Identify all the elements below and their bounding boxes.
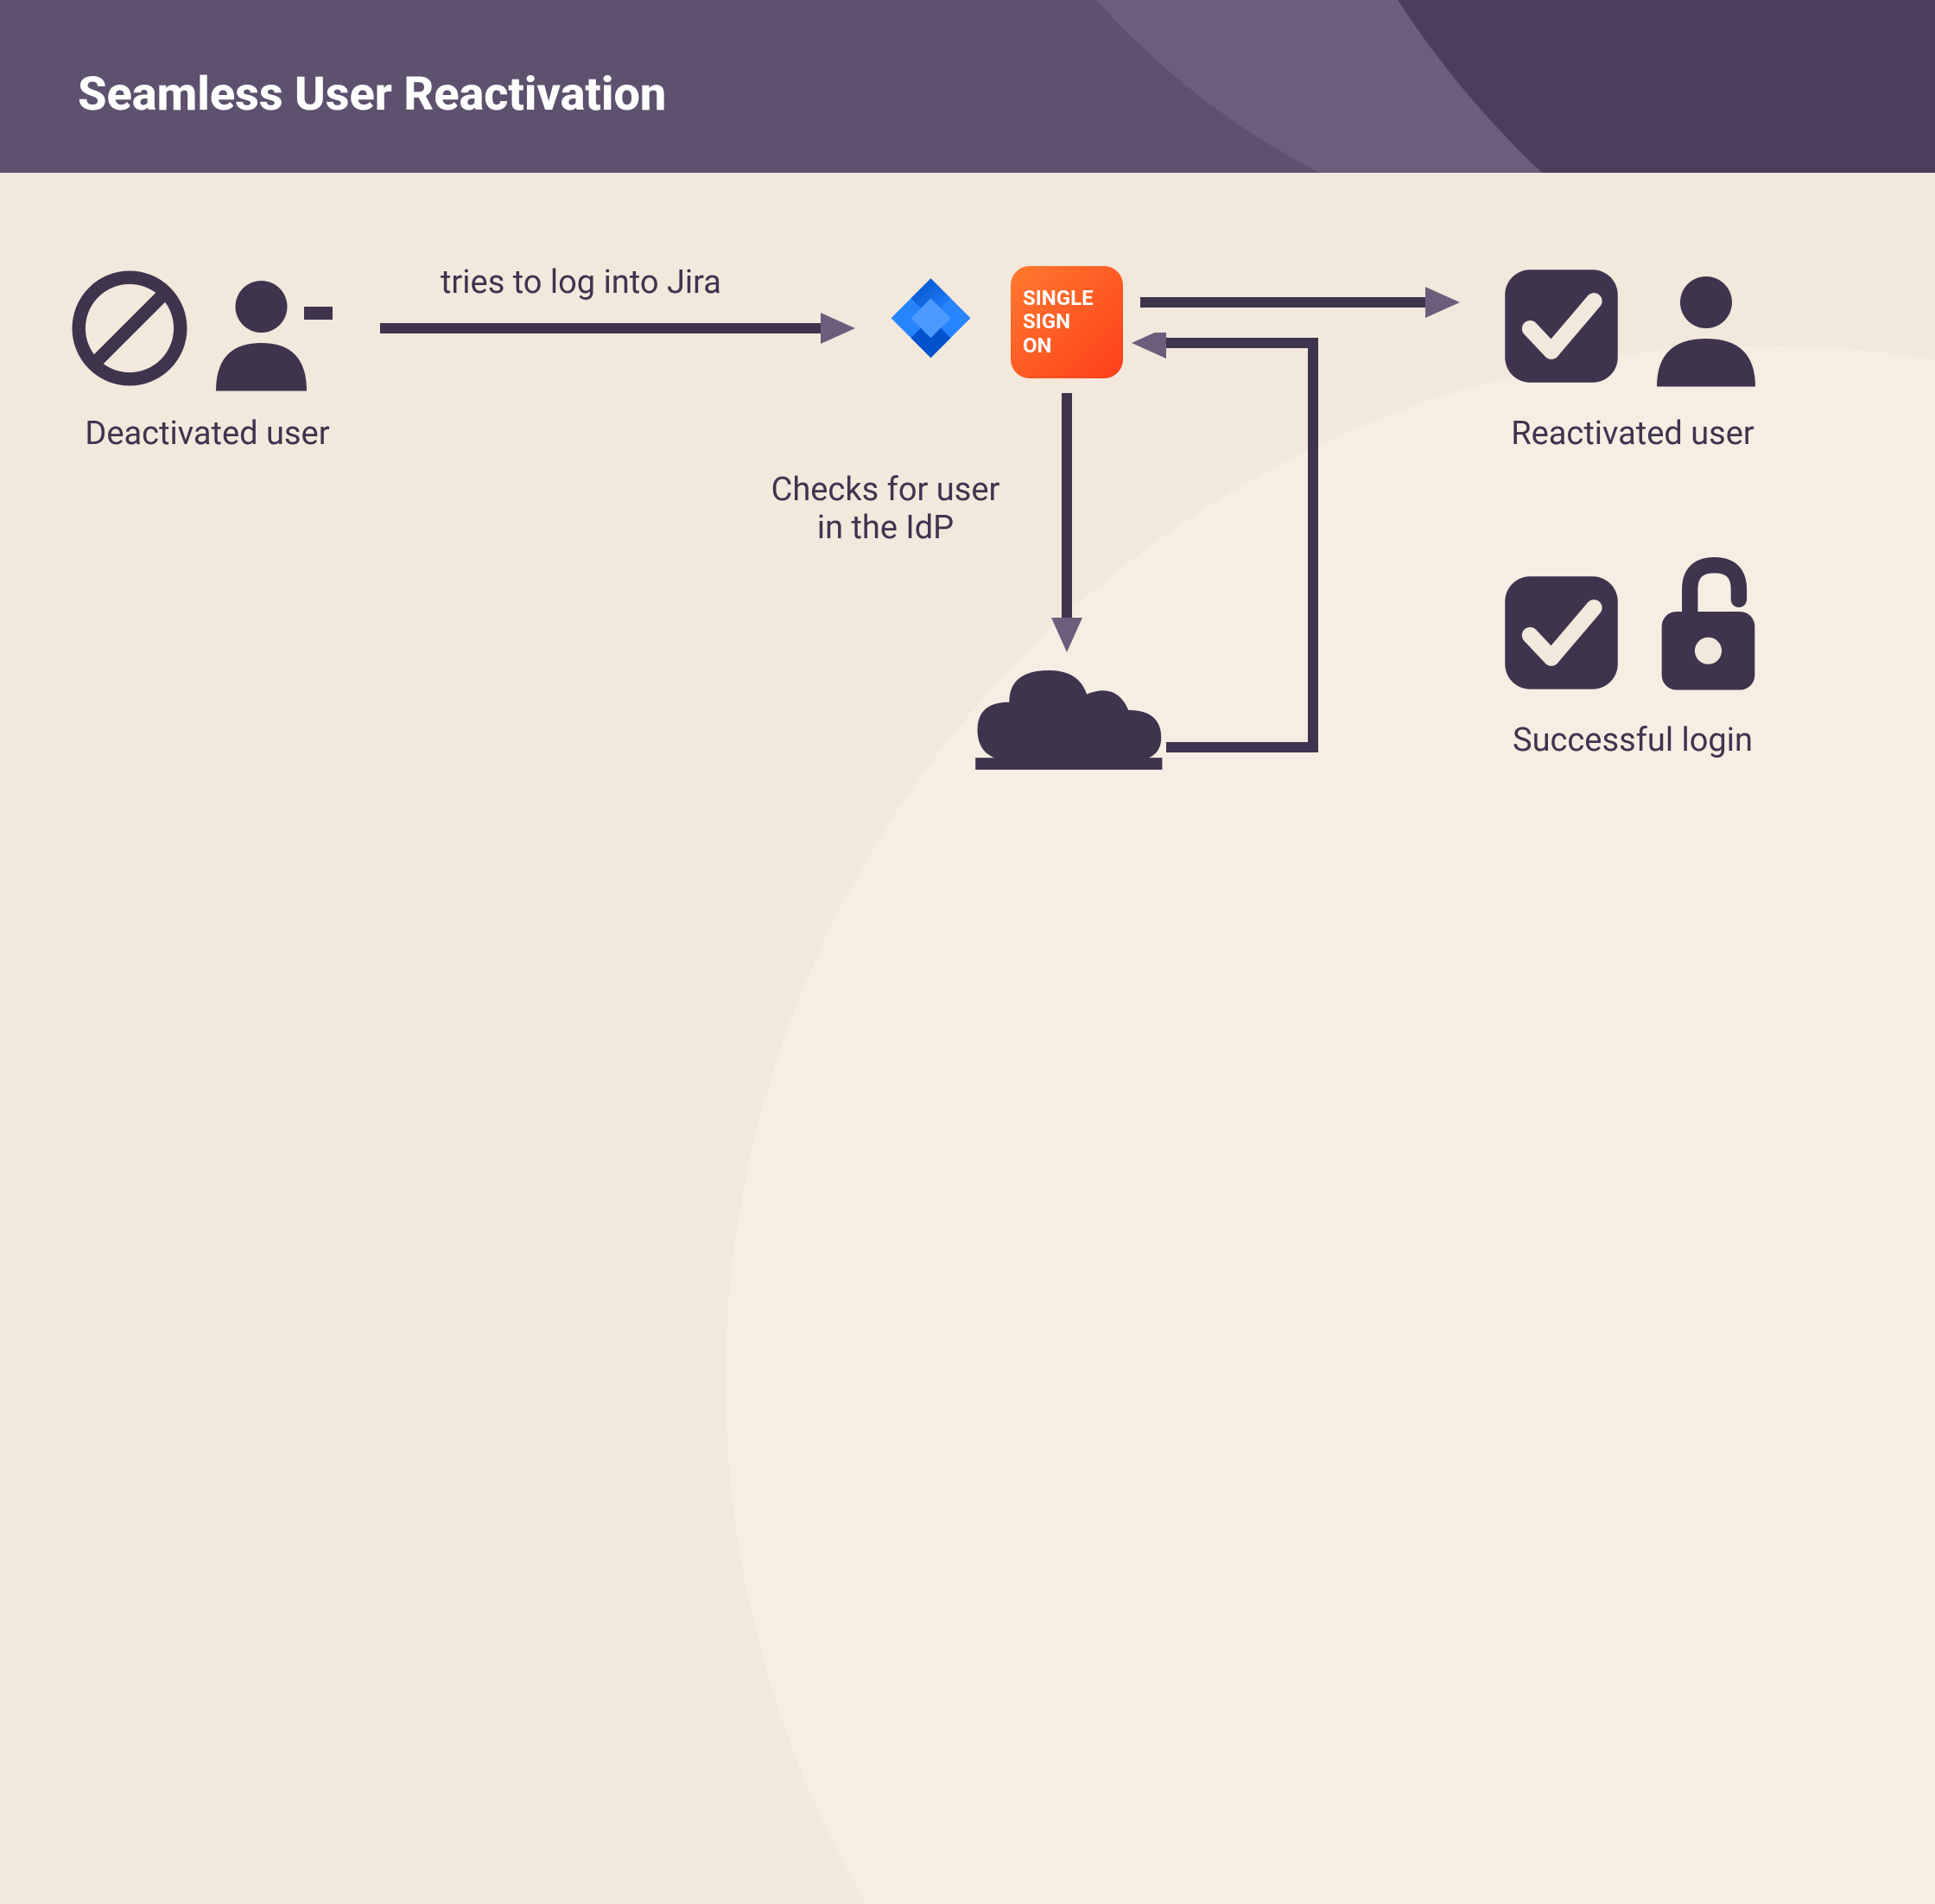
user-icon [199, 268, 337, 397]
arrow-return-from-idp [1123, 333, 1330, 765]
checks-idp-line2: in the IdP [752, 509, 1019, 547]
arrow-tries-login [380, 311, 855, 346]
sso-tile: SINGLE SIGN ON [1011, 266, 1123, 378]
deactivated-user-label: Deactivated user [60, 415, 354, 453]
successful-login-label: Successful login [1486, 721, 1780, 759]
tries-login-label: tries to log into Jira [441, 263, 721, 301]
reactivated-user-label: Reactivated user [1486, 415, 1780, 453]
jira-icon [881, 272, 980, 371]
sso-line1: SINGLE [1023, 287, 1111, 311]
arrow-checks-idp [1050, 393, 1084, 652]
diagram-canvas: Deactivated user tries to log into Jira … [0, 173, 1935, 952]
unlock-icon [1646, 553, 1771, 700]
arrow-to-reactivated [1140, 285, 1460, 320]
sso-line3: ON [1023, 334, 1111, 359]
user-reactivated-icon [1641, 263, 1771, 393]
prohibit-icon [69, 268, 190, 389]
checks-idp-label: Checks for user in the IdP [752, 471, 1019, 547]
checkmark-box-icon-2 [1499, 570, 1624, 695]
page-title: Seamless User Reactivation [78, 67, 666, 122]
checks-idp-line1: Checks for user [752, 471, 1019, 509]
sso-line2: SIGN [1023, 310, 1111, 334]
checkmark-box-icon [1499, 263, 1624, 389]
header: Seamless User Reactivation [0, 0, 1935, 173]
